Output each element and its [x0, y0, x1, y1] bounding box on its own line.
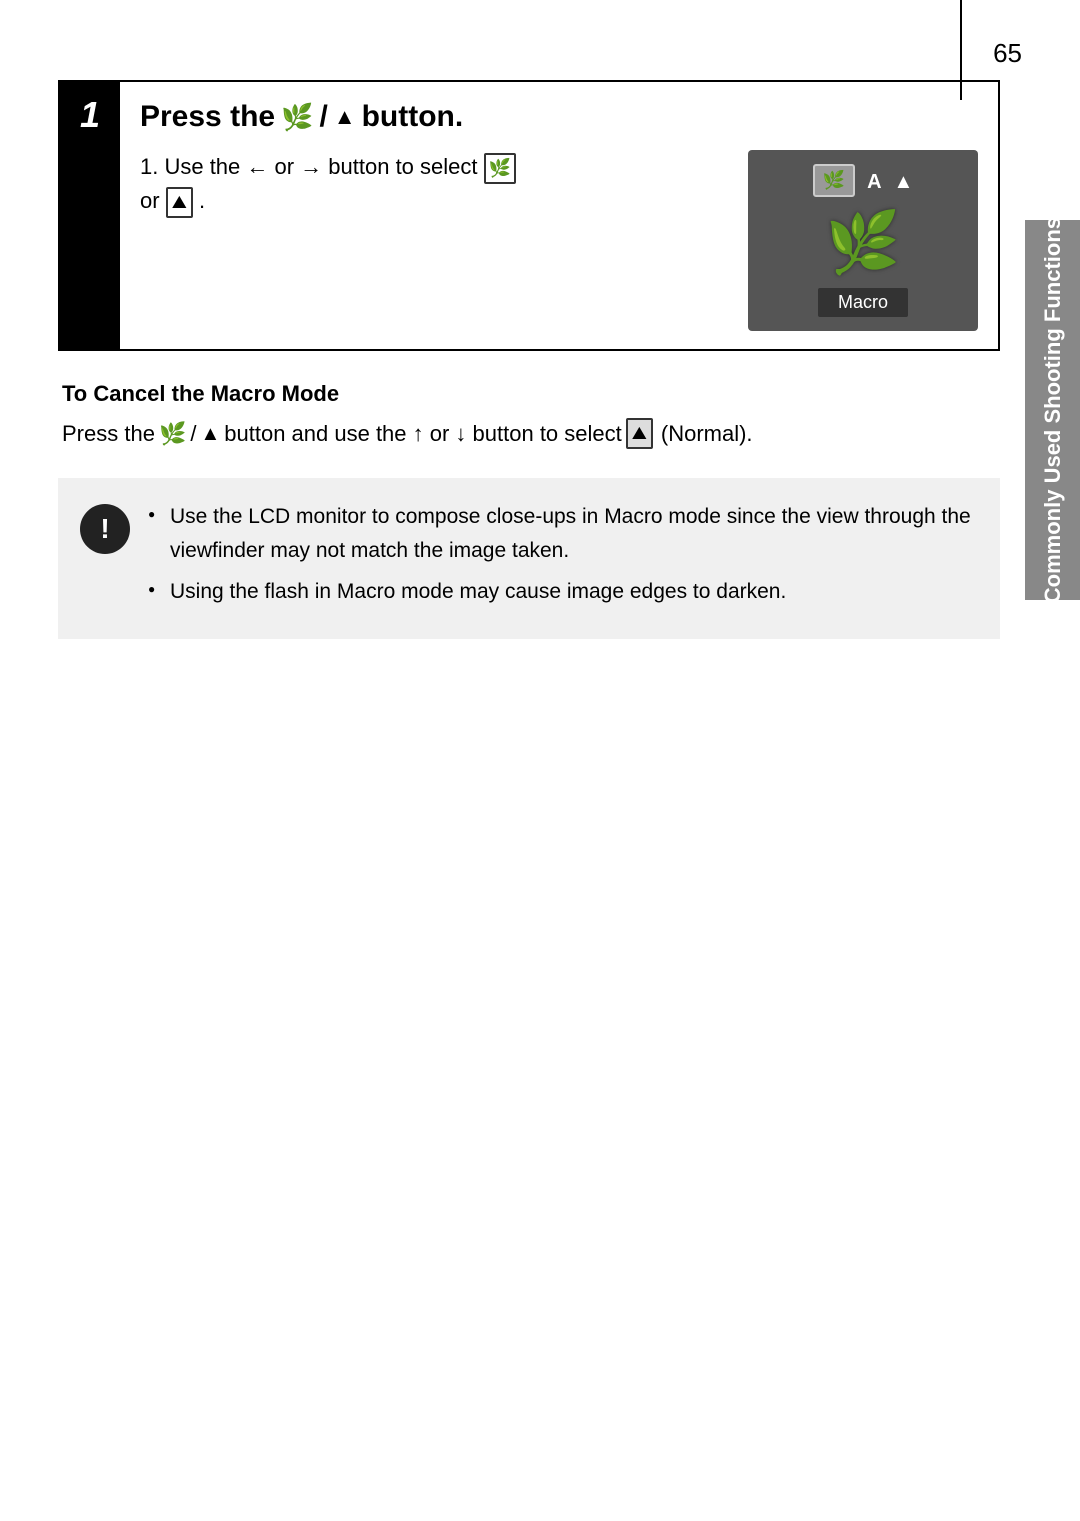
macro-label: Macro — [818, 288, 908, 317]
cancel-mid: button and use the ↑ or ↓ button to sele… — [224, 417, 621, 450]
step-body: 1. Use the ← or → button to select 🌿 or … — [140, 150, 978, 331]
mountain-icon-bar: ▲ — [894, 168, 914, 194]
macro-icon-title: 🌿 — [281, 102, 313, 133]
substep-or: or — [140, 188, 166, 213]
step-content: Press the 🌿 / ▲ button. 1. Use the ← or … — [120, 82, 998, 349]
warning-icon: ! — [80, 504, 130, 554]
main-content: 1 Press the 🌿 / ▲ button. 1. Use the ← o… — [58, 80, 1000, 639]
auto-icon-bar: A — [867, 168, 881, 194]
auto-icon: A — [867, 171, 881, 193]
cancel-macro-icon: 🌿 — [159, 417, 186, 450]
icon-bar: 🌿 A ▲ — [813, 164, 914, 197]
warning-item-2: Using the flash in Macro mode may cause … — [148, 575, 978, 609]
substep-period: . — [199, 188, 205, 213]
cancel-slash: / — [190, 417, 196, 450]
step-title-suffix: button. — [362, 100, 464, 134]
cancel-prefix: Press the — [62, 417, 155, 450]
macro-bar-icon: 🌿 — [823, 170, 845, 190]
step1-box: 1 Press the 🌿 / ▲ button. 1. Use the ← o… — [58, 80, 1000, 351]
warning-list: Use the LCD monitor to compose close-ups… — [148, 500, 978, 609]
step-number: 1 — [60, 82, 120, 349]
cancel-mountain-icon: ▲ — [200, 419, 220, 449]
cancel-section: To Cancel the Macro Mode Press the 🌿 / ▲… — [58, 381, 1000, 450]
camera-ui-image: 🌿 A ▲ 🌿 Macro — [748, 150, 978, 331]
warning-item-1: Use the LCD monitor to compose close-ups… — [148, 500, 978, 567]
slash-title: / — [319, 100, 327, 134]
cancel-suffix: (Normal). — [661, 417, 753, 450]
sidebar-label: Commonly Used Shooting Functions — [1040, 217, 1066, 603]
warning-box: ! Use the LCD monitor to compose close-u… — [58, 478, 1000, 639]
mountain-icon-inline: ⛰ — [166, 187, 193, 218]
cancel-text: Press the 🌿 / ▲ button and use the ↑ or … — [62, 417, 996, 450]
substep-prefix: 1. Use the ← or → button to select — [140, 154, 484, 179]
macro-icon-bar: 🌿 — [813, 164, 855, 197]
macro-flower-icon: 🌿 — [826, 207, 901, 278]
macro-icon-inline: 🌿 — [484, 153, 516, 184]
warning-content: Use the LCD monitor to compose close-ups… — [148, 500, 978, 617]
page-number: 65 — [993, 38, 1022, 69]
mountain-icon-title: ▲ — [334, 104, 356, 130]
step-text: 1. Use the ← or → button to select 🌿 or … — [140, 150, 728, 218]
exclamation-icon: ! — [100, 513, 109, 545]
sidebar-tab: Commonly Used Shooting Functions — [1025, 220, 1080, 600]
step-title: Press the 🌿 / ▲ button. — [140, 100, 978, 134]
mountain-bar-icon: ▲ — [894, 171, 914, 193]
cancel-title: To Cancel the Macro Mode — [62, 381, 996, 407]
step-title-text: Press the — [140, 100, 275, 134]
cancel-normal-icon: ⛰ — [626, 418, 653, 449]
